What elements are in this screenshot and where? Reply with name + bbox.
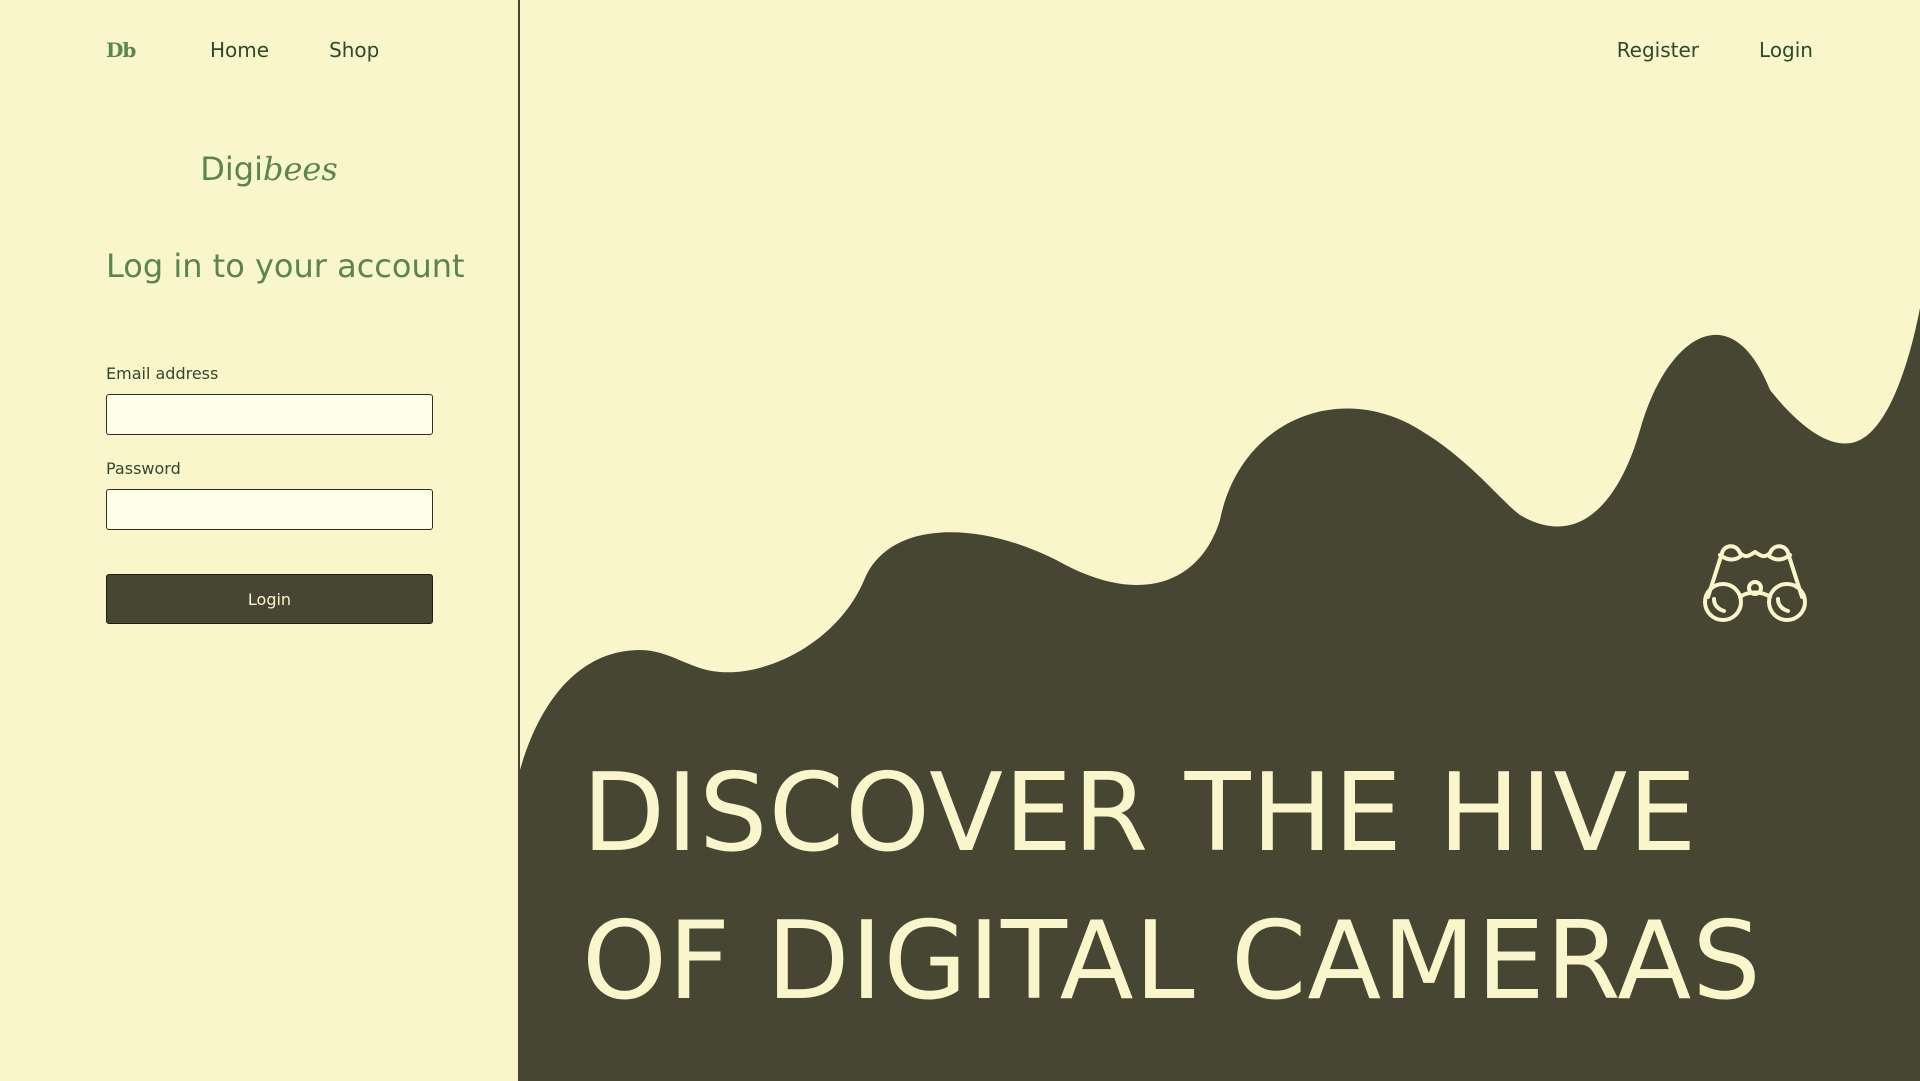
brand-logo: Digibees [0,150,538,188]
login-page: Db Home Shop Digibees Log in to your acc… [0,0,1920,1081]
password-field[interactable] [106,489,433,530]
nav-link-shop[interactable]: Shop [329,38,379,62]
hero-headline-line-2: OF DIGITAL CAMERAS [582,899,1762,1024]
brand-part-1: Digi [200,150,263,188]
nav-link-register[interactable]: Register [1617,38,1699,62]
hero-headline-line-1: DISCOVER THE HIVE [582,751,1698,876]
nav-link-login[interactable]: Login [1759,38,1813,62]
binoculars-icon [1703,544,1807,622]
email-label: Email address [106,364,219,383]
top-nav-left: Db Home Shop [106,36,439,64]
form-title: Log in to your account [106,247,465,285]
brand-part-2: bees [262,150,338,188]
logo-mark[interactable]: Db [106,38,210,62]
email-field[interactable] [106,394,433,435]
hero-headline: DISCOVER THE HIVE OF DIGITAL CAMERAS [582,740,1762,1036]
top-nav-right: Register Login [1557,36,1813,64]
left-panel: Db Home Shop Digibees Log in to your acc… [0,0,520,1081]
login-submit-button[interactable]: Login [106,574,433,624]
nav-link-home[interactable]: Home [210,38,269,62]
password-label: Password [106,459,181,478]
